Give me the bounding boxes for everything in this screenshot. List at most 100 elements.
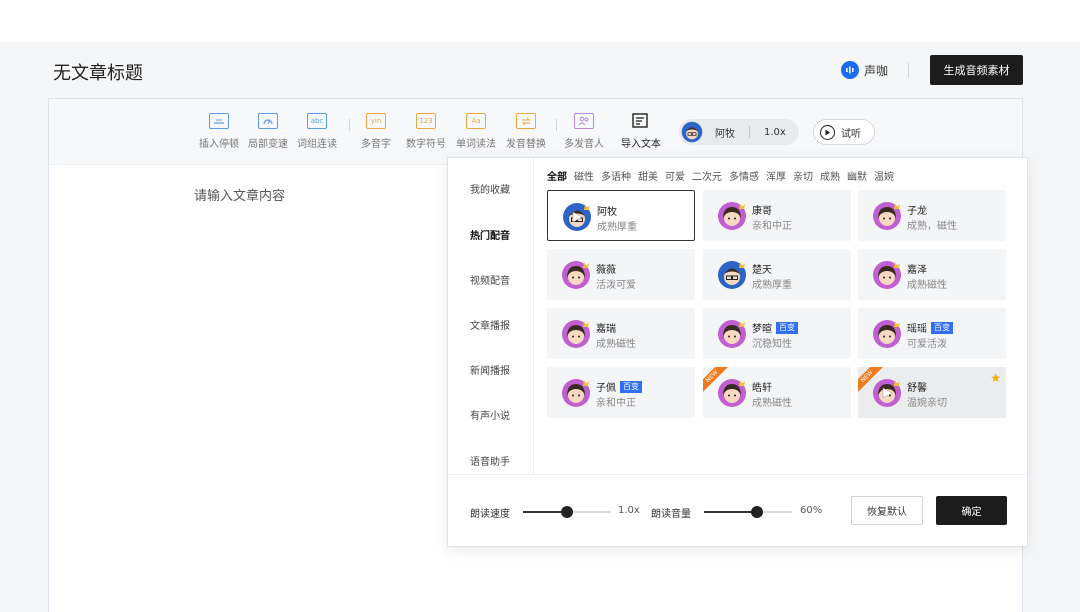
tag-filter[interactable]: 二次元 xyxy=(692,168,722,183)
voice-name: 阿牧 xyxy=(597,207,617,218)
play-overlay-icon[interactable] xyxy=(571,211,583,223)
top-band xyxy=(0,0,1080,42)
category-item[interactable]: 语音助手 xyxy=(470,453,510,468)
voice-card[interactable]: 瑶瑶 百变 可爱活泼 xyxy=(858,308,1006,359)
voice-card-desc: 成熟磁性 xyxy=(752,398,792,409)
tool-label: 插入停顿 xyxy=(199,139,239,150)
tag-filter[interactable]: 浑厚 xyxy=(766,168,786,183)
tool-label: 多发音人 xyxy=(564,139,604,150)
category-item[interactable]: 文章播报 xyxy=(470,317,510,332)
speed-slider-knob[interactable] xyxy=(561,506,573,518)
speed-label: 朗读速度 xyxy=(470,509,510,520)
speed-slider[interactable] xyxy=(523,506,611,518)
voice-card-name: 楚天 xyxy=(752,261,772,276)
voice-card-name: 薇薇 xyxy=(596,261,616,276)
avatar-male-icon xyxy=(681,121,703,143)
voice-card[interactable]: 嘉瑞 成熟磁性 xyxy=(547,308,695,359)
panel-footer: 朗读速度 1.0x 朗读音量 60% 恢复默认 确定 xyxy=(448,474,1027,548)
category-item[interactable]: 视频配音 xyxy=(470,272,510,287)
voice-card[interactable]: 嘉泽 成熟磁性 xyxy=(858,249,1006,300)
phrase-link-icon: abc xyxy=(307,113,327,129)
toolbar: 插入停顿 局部变速 abc 词组连读 yin 多音字 123 数字符号 Aa 单… xyxy=(49,99,1022,165)
tag-filter[interactable]: 磁性 xyxy=(574,168,594,183)
voice-name: 楚天 xyxy=(752,265,772,276)
category-item[interactable]: 我的收藏 xyxy=(470,181,510,196)
tag-filter[interactable]: 亲切 xyxy=(793,168,813,183)
tool-label: 发音替换 xyxy=(506,139,546,150)
voice-card[interactable]: 皓轩成熟磁性 NEW xyxy=(703,367,851,418)
tag-filter[interactable]: 多情感 xyxy=(729,168,759,183)
tool-phrase-link[interactable]: abc 词组连读 xyxy=(297,113,337,150)
generate-audio-button[interactable]: 生成音频素材 xyxy=(930,55,1023,85)
voice-card[interactable]: 薇薇 活泼可爱 xyxy=(547,249,695,300)
word-pronounce-icon: Aa xyxy=(466,113,486,129)
tool-import-text[interactable]: 导入文本 xyxy=(621,113,661,150)
listen-button[interactable]: 试听 xyxy=(813,119,875,145)
voice-name: 子龙 xyxy=(907,206,927,217)
tag-filter[interactable]: 甜美 xyxy=(638,168,658,183)
voice-badge: 百变 xyxy=(620,380,642,393)
page-title[interactable]: 无文章标题 xyxy=(53,59,143,85)
tag-filter[interactable]: 多语种 xyxy=(601,168,631,183)
confirm-button[interactable]: 确定 xyxy=(936,496,1007,525)
brand[interactable]: 声咖 xyxy=(841,61,888,79)
new-ribbon: NEW xyxy=(703,367,729,393)
tag-filter[interactable]: 幽默 xyxy=(847,168,867,183)
voice-card[interactable]: 舒馨 温婉亲切 NEW ★ xyxy=(858,367,1006,418)
voice-card-desc: 沉稳知性 xyxy=(752,339,792,350)
category-item[interactable]: 新闻播报 xyxy=(470,362,510,377)
avatar-female-icon xyxy=(562,261,590,289)
voice-name: 薇薇 xyxy=(596,265,616,276)
category-item[interactable]: 有声小说 xyxy=(470,407,510,422)
tool-number-symbol[interactable]: 123 数字符号 xyxy=(406,113,446,150)
shengka-logo-icon xyxy=(841,61,859,79)
volume-slider-knob[interactable] xyxy=(750,506,763,518)
voice-name: 梦暄 xyxy=(752,324,772,335)
star-icon[interactable]: ★ xyxy=(990,371,1001,385)
voice-name: 嘉瑞 xyxy=(596,324,616,335)
category-item[interactable]: 热门配音 xyxy=(470,227,510,242)
voice-card-desc: 成熟磁性 xyxy=(907,280,947,291)
tool-label: 词组连读 xyxy=(297,139,337,150)
new-ribbon: NEW xyxy=(858,367,884,393)
voice-card[interactable]: 阿牧 成熟厚重 xyxy=(547,190,695,241)
editor-placeholder[interactable]: 请输入文章内容 xyxy=(194,185,285,204)
header-divider xyxy=(908,63,909,77)
voice-card-desc: 成熟厚重 xyxy=(597,222,637,233)
reset-default-button[interactable]: 恢复默认 xyxy=(851,496,923,525)
voice-card-name: 阿牧 xyxy=(597,203,617,218)
tag-filter[interactable]: 成熟 xyxy=(820,168,840,183)
voice-card[interactable]: 康哥 亲和中正 xyxy=(703,190,851,241)
voice-name: 皓轩 xyxy=(752,383,772,394)
tool-polyphone[interactable]: yin 多音字 xyxy=(361,113,391,150)
toolbar-divider xyxy=(349,119,350,131)
tool-insert-pause[interactable]: 插入停顿 xyxy=(199,113,239,150)
avatar-female-icon xyxy=(562,320,590,348)
tool-multi-speaker[interactable]: 多发音人 xyxy=(564,113,604,150)
voice-card[interactable]: 梦暄 百变沉稳知性 xyxy=(703,308,851,359)
voice-card-name: 舒馨 xyxy=(907,379,927,394)
voice-card-name: 嘉瑞 xyxy=(596,320,616,335)
voice-name: 嘉泽 xyxy=(907,265,927,276)
voice-name: 康哥 xyxy=(752,206,772,217)
voice-badge: 百变 xyxy=(931,321,953,334)
tool-word-pronounce[interactable]: Aa 单词读法 xyxy=(456,113,496,150)
tag-filter[interactable]: 温婉 xyxy=(874,168,894,183)
voice-card-desc: 成熟，磁性 xyxy=(907,221,957,232)
voice-badge: 百变 xyxy=(776,321,798,334)
tag-filter[interactable]: 可爱 xyxy=(665,168,685,183)
tool-label: 多音字 xyxy=(361,139,391,150)
voice-card-desc: 活泼可爱 xyxy=(596,280,636,291)
volume-slider[interactable] xyxy=(704,506,792,518)
current-voice-selector[interactable]: 阿牧 1.0x xyxy=(679,119,799,145)
voice-card-name: 子龙 xyxy=(907,202,927,217)
voice-card[interactable]: 楚天 成熟厚重 xyxy=(703,249,851,300)
tag-filter[interactable]: 全部 xyxy=(547,168,567,183)
volume-slider-fill xyxy=(704,511,757,513)
tool-local-speed[interactable]: 局部变速 xyxy=(248,113,288,150)
voice-card-desc: 成熟厚重 xyxy=(752,280,792,291)
tool-pronounce-replace[interactable]: 发音替换 xyxy=(506,113,546,150)
voice-card[interactable]: 子龙成熟，磁性 xyxy=(858,190,1006,241)
voice-card[interactable]: 子佩 百变 亲和中正 xyxy=(547,367,695,418)
new-ribbon-label: NEW xyxy=(858,367,884,393)
